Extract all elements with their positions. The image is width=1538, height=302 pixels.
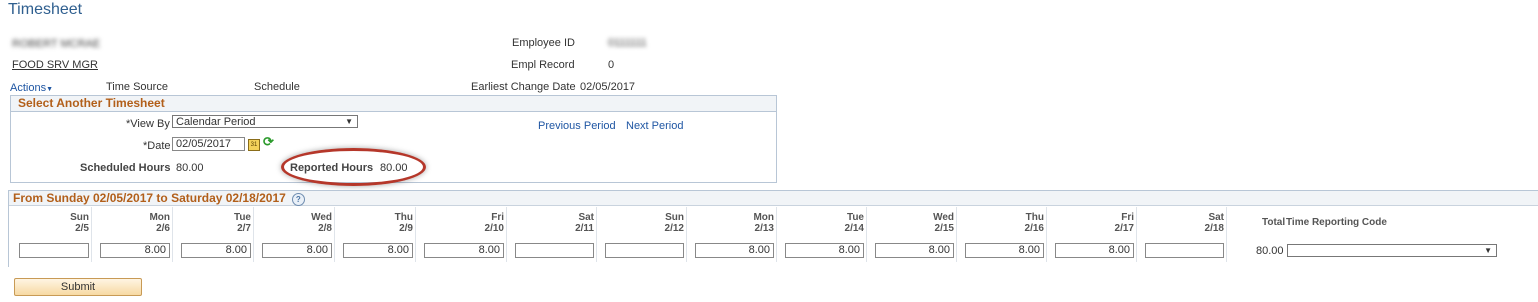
day-name: Fri xyxy=(491,212,504,223)
scheduled-hours-label: Scheduled Hours xyxy=(80,162,171,174)
day-name: Fri xyxy=(1121,212,1134,223)
day-column-header: Sun 2/12 xyxy=(595,212,684,234)
scheduled-hours-value: 80.00 xyxy=(176,162,204,174)
date-label: *Date xyxy=(143,140,171,152)
day-column-header: Fri 2/10 xyxy=(414,212,504,234)
hours-input[interactable]: 8.00 xyxy=(965,243,1044,258)
day-column-header: Tue 2/7 xyxy=(171,212,251,234)
day-date: 2/9 xyxy=(399,223,413,234)
day-column-header: Sun 2/5 xyxy=(9,212,89,234)
day-column-header: Sat 2/11 xyxy=(505,212,594,234)
select-timesheet-header: Select Another Timesheet xyxy=(11,96,776,112)
day-date: 2/15 xyxy=(934,223,954,234)
hours-input[interactable]: 8.00 xyxy=(181,243,251,258)
hours-input[interactable]: 8.00 xyxy=(785,243,864,258)
day-date: 2/6 xyxy=(156,223,170,234)
day-date: 2/7 xyxy=(237,223,251,234)
day-name: Tue xyxy=(846,212,864,223)
actions-menu[interactable]: Actions▼ xyxy=(10,82,53,94)
total-label: Total xyxy=(1262,217,1286,228)
day-date: 2/11 xyxy=(575,223,594,234)
view-by-value: Calendar Period xyxy=(176,116,256,128)
hours-input[interactable]: 8.00 xyxy=(262,243,332,258)
trc-select[interactable]: ▼ xyxy=(1287,244,1497,257)
empl-record-value: 0 xyxy=(608,59,615,71)
day-date: 2/8 xyxy=(318,223,332,234)
earliest-change-value: 02/05/2017 xyxy=(580,81,636,93)
time-source-label: Time Source xyxy=(106,81,168,93)
day-name: Sun xyxy=(665,212,684,223)
column-divider xyxy=(1226,207,1227,262)
day-column-header: Mon 2/6 xyxy=(90,212,170,234)
day-name: Sat xyxy=(1208,212,1224,223)
calendar-icon[interactable]: 31 xyxy=(248,139,260,151)
day-name: Wed xyxy=(311,212,332,223)
actions-label: Actions xyxy=(10,82,47,94)
day-date: 2/5 xyxy=(75,223,89,234)
employee-id-value: 0111111 xyxy=(608,37,647,49)
day-column-header: Thu 2/16 xyxy=(955,212,1044,234)
hours-input[interactable]: 8.00 xyxy=(343,243,413,258)
day-date: 2/12 xyxy=(664,223,684,234)
day-date: 2/13 xyxy=(754,223,774,234)
day-column-header: Tue 2/14 xyxy=(775,212,864,234)
day-name: Mon xyxy=(753,212,774,223)
highlight-annotation xyxy=(281,148,426,186)
previous-period-link[interactable]: Previous Period xyxy=(538,120,616,132)
period-header-text: From Sunday 02/05/2017 to Saturday 02/18… xyxy=(13,191,286,205)
hours-input[interactable] xyxy=(605,243,684,258)
view-by-label: *View By xyxy=(126,118,170,130)
period-header: From Sunday 02/05/2017 to Saturday 02/18… xyxy=(9,191,1538,206)
day-name: Mon xyxy=(149,212,170,223)
hours-input[interactable] xyxy=(1145,243,1224,258)
date-input[interactable]: 02/05/2017 xyxy=(172,137,245,151)
hours-input[interactable]: 8.00 xyxy=(100,243,170,258)
day-date: 2/16 xyxy=(1024,223,1044,234)
chevron-down-icon: ▼ xyxy=(345,117,353,126)
empl-record-label: Empl Record xyxy=(511,59,575,71)
job-title: FOOD SRV MGR xyxy=(12,59,98,71)
submit-button[interactable]: Submit xyxy=(14,278,142,296)
employee-name: ROBERT MCRAE xyxy=(12,38,101,50)
day-name: Thu xyxy=(394,212,413,223)
day-date: 2/14 xyxy=(844,223,864,234)
day-column-header: Mon 2/13 xyxy=(685,212,774,234)
schedule-label: Schedule xyxy=(254,81,300,93)
refresh-icon[interactable]: ⟳ xyxy=(263,134,274,150)
hours-input[interactable]: 8.00 xyxy=(875,243,954,258)
day-date: 2/10 xyxy=(484,223,504,234)
next-period-link[interactable]: Next Period xyxy=(626,120,683,132)
day-date: 2/17 xyxy=(1114,223,1134,234)
chevron-down-icon: ▼ xyxy=(1484,246,1492,255)
total-value: 80.00 xyxy=(1256,245,1284,257)
day-name: Sat xyxy=(578,212,594,223)
day-date: 2/18 xyxy=(1204,223,1224,234)
day-name: Sun xyxy=(70,212,89,223)
hours-input[interactable] xyxy=(19,243,89,258)
trc-label: Time Reporting Code xyxy=(1286,217,1387,228)
day-column-header: Wed 2/8 xyxy=(252,212,332,234)
view-by-select[interactable]: Calendar Period ▼ xyxy=(172,115,358,128)
earliest-change-label: Earliest Change Date xyxy=(471,81,576,93)
day-name: Tue xyxy=(233,212,251,223)
day-name: Thu xyxy=(1025,212,1044,223)
day-column-header: Sat 2/18 xyxy=(1135,212,1224,234)
chevron-down-icon: ▼ xyxy=(46,86,54,93)
hours-input[interactable]: 8.00 xyxy=(424,243,504,258)
day-name: Wed xyxy=(933,212,954,223)
hours-input[interactable]: 8.00 xyxy=(695,243,774,258)
day-column-header: Thu 2/9 xyxy=(333,212,413,234)
help-icon[interactable]: ? xyxy=(291,193,305,206)
day-column-header: Fri 2/17 xyxy=(1045,212,1134,234)
hours-input[interactable]: 8.00 xyxy=(1055,243,1134,258)
page-title: Timesheet xyxy=(8,1,83,18)
hours-input[interactable] xyxy=(515,243,594,258)
employee-id-label: Employee ID xyxy=(512,37,575,49)
day-column-header: Wed 2/15 xyxy=(865,212,954,234)
